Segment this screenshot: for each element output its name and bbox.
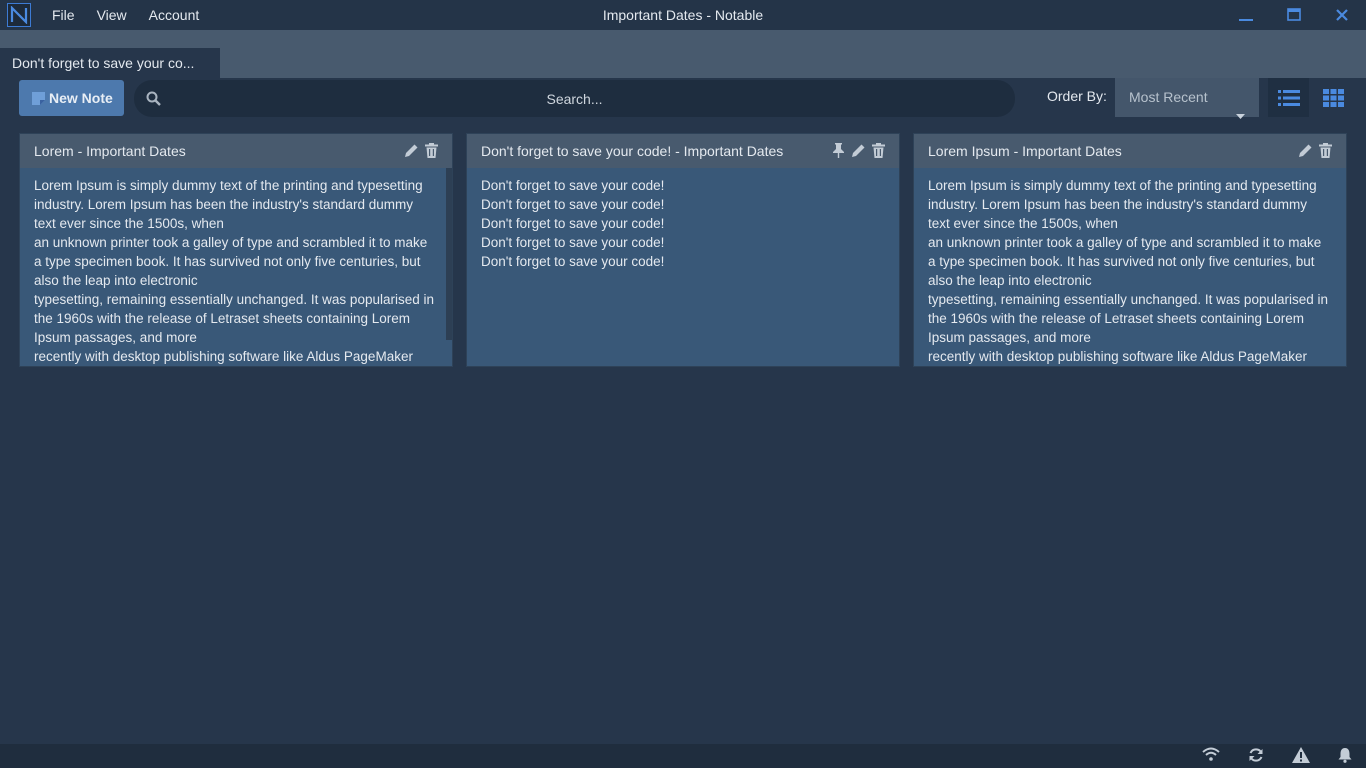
note-card-header: Don't forget to save your code! - Import… [467, 134, 899, 168]
list-view-button[interactable] [1268, 78, 1309, 117]
app-logo-icon[interactable] [7, 3, 31, 27]
menu-bar: File View Account [52, 0, 221, 30]
menu-view[interactable]: View [97, 0, 127, 30]
grid-icon [1323, 88, 1344, 107]
toolbar: New Note Order By: Most Recent [0, 78, 1366, 120]
note-body: Lorem Ipsum is simply dummy text of the … [34, 178, 434, 364]
trash-icon[interactable] [425, 143, 438, 158]
note-card-header: Lorem - Important Dates [20, 134, 452, 168]
minimize-button[interactable] [1222, 0, 1270, 30]
tab-active-note[interactable]: Don't forget to save your co... [0, 48, 220, 78]
search-icon [146, 91, 161, 111]
menu-file[interactable]: File [52, 0, 75, 30]
order-by-label: Order By: [1047, 88, 1107, 104]
note-title: Lorem Ipsum - Important Dates [928, 143, 1122, 159]
bell-icon[interactable] [1338, 747, 1352, 763]
title-bar: File View Account Important Dates - Nota… [0, 0, 1366, 30]
maximize-button[interactable] [1270, 0, 1318, 30]
tab-bar: Don't forget to save your co... [0, 30, 1366, 78]
note-body: Don't forget to save your code! Don't fo… [481, 178, 665, 269]
search-input[interactable] [174, 80, 975, 117]
note-card-header: Lorem Ipsum - Important Dates [914, 134, 1346, 168]
menu-account[interactable]: Account [149, 0, 200, 30]
note-title: Don't forget to save your code! - Import… [481, 143, 784, 159]
edit-icon[interactable] [1298, 143, 1313, 158]
note-card[interactable]: Don't forget to save your code! - Import… [466, 133, 900, 367]
trash-icon[interactable] [1319, 143, 1332, 158]
caret-down-icon [1236, 95, 1245, 134]
note-title: Lorem - Important Dates [34, 143, 186, 159]
order-by-select[interactable]: Most Recent [1115, 78, 1259, 119]
order-by-value: Most Recent [1129, 89, 1208, 105]
list-icon [1277, 89, 1300, 106]
pin-icon[interactable] [832, 143, 845, 158]
scrollbar[interactable] [446, 168, 452, 340]
wifi-icon[interactable] [1202, 747, 1220, 763]
note-icon [32, 91, 45, 105]
new-note-button[interactable]: New Note [19, 80, 124, 116]
new-note-label: New Note [49, 90, 113, 106]
trash-icon[interactable] [872, 143, 885, 158]
grid-view-button[interactable] [1313, 78, 1354, 117]
edit-icon[interactable] [851, 143, 866, 158]
warning-icon[interactable] [1292, 747, 1310, 763]
search-box [134, 80, 1015, 117]
close-button[interactable] [1318, 0, 1366, 30]
edit-icon[interactable] [404, 143, 419, 158]
note-body: Lorem Ipsum is simply dummy text of the … [928, 178, 1328, 364]
sync-icon[interactable] [1248, 747, 1264, 763]
window-controls [1222, 0, 1366, 30]
status-bar [0, 744, 1366, 768]
note-card[interactable]: Lorem Ipsum - Important Dates Lorem Ipsu… [913, 133, 1347, 367]
note-card[interactable]: Lorem - Important Dates Lorem Ipsum is s… [19, 133, 453, 367]
